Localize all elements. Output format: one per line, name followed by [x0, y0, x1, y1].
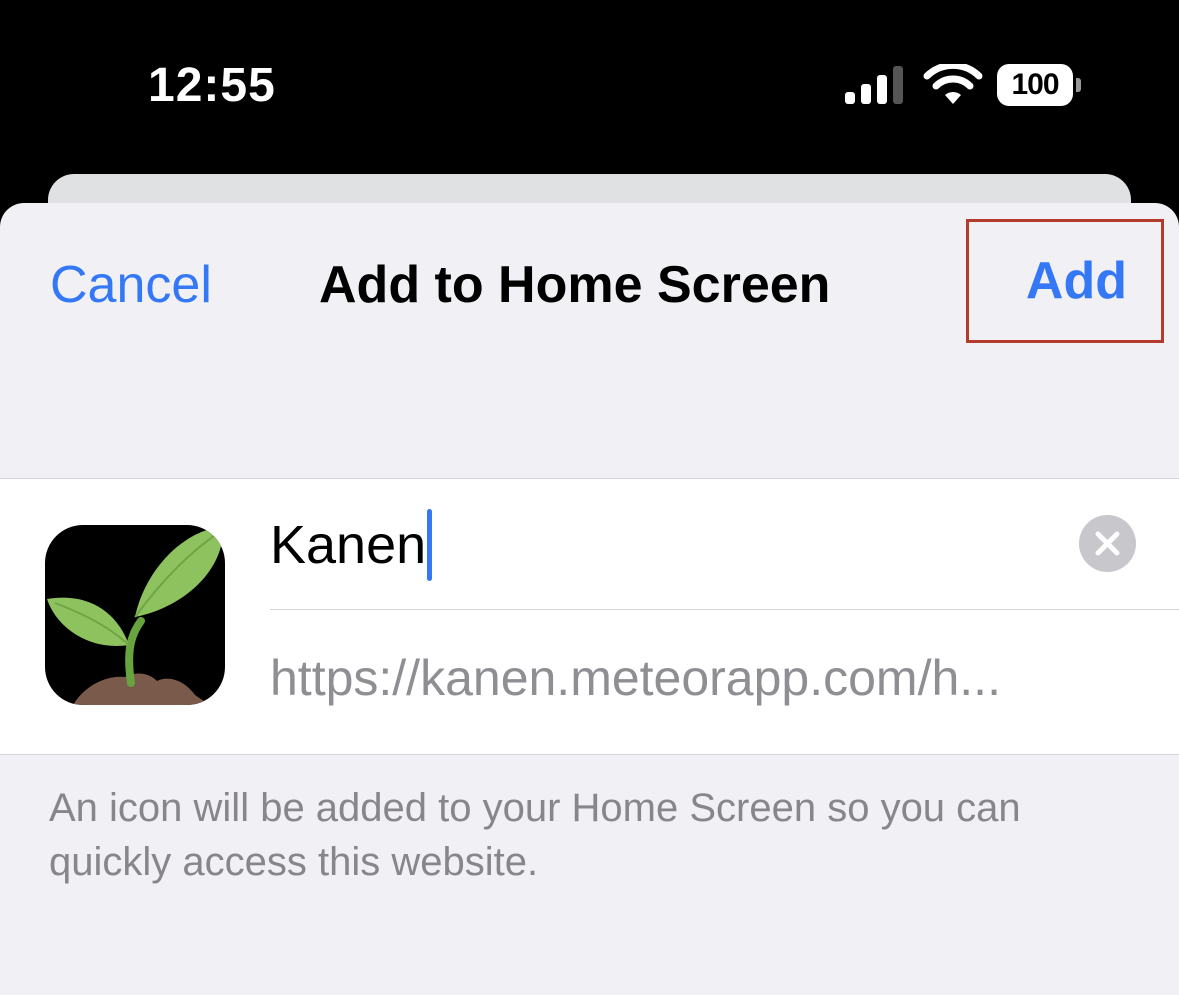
signal-icon [845, 66, 903, 104]
field-divider [270, 609, 1179, 610]
clear-icon[interactable] [1079, 515, 1136, 572]
battery-body: 100 [997, 64, 1073, 106]
nav-bar: Cancel Add to Home Screen Add [0, 203, 1179, 373]
cancel-button[interactable]: Cancel [50, 255, 212, 315]
add-to-home-sheet: Cancel Add to Home Screen Add Kanen http… [0, 203, 1179, 995]
wifi-icon [923, 64, 983, 104]
seedling-icon [45, 525, 225, 705]
sheet-title: Add to Home Screen [319, 256, 831, 314]
status-time: 12:55 [148, 59, 276, 112]
add-button[interactable]: Add [966, 219, 1164, 343]
name-input[interactable]: Kanen [270, 509, 1070, 581]
footer-note: An icon will be added to your Home Scree… [49, 786, 1021, 884]
form-card: Kanen https://kanen.meteorapp.com/h... [0, 478, 1179, 755]
name-value: Kanen [270, 515, 427, 575]
battery-tip [1076, 78, 1081, 92]
text-cursor [427, 509, 433, 581]
screen: 12:55 100 Cancel Add to Home Screen Add [0, 0, 1179, 995]
battery-level: 100 [1011, 68, 1059, 101]
add-button-label: Add [1025, 252, 1127, 310]
url-text: https://kanen.meteorapp.com/h... [270, 650, 1001, 706]
battery-icon: 100 [997, 64, 1083, 106]
